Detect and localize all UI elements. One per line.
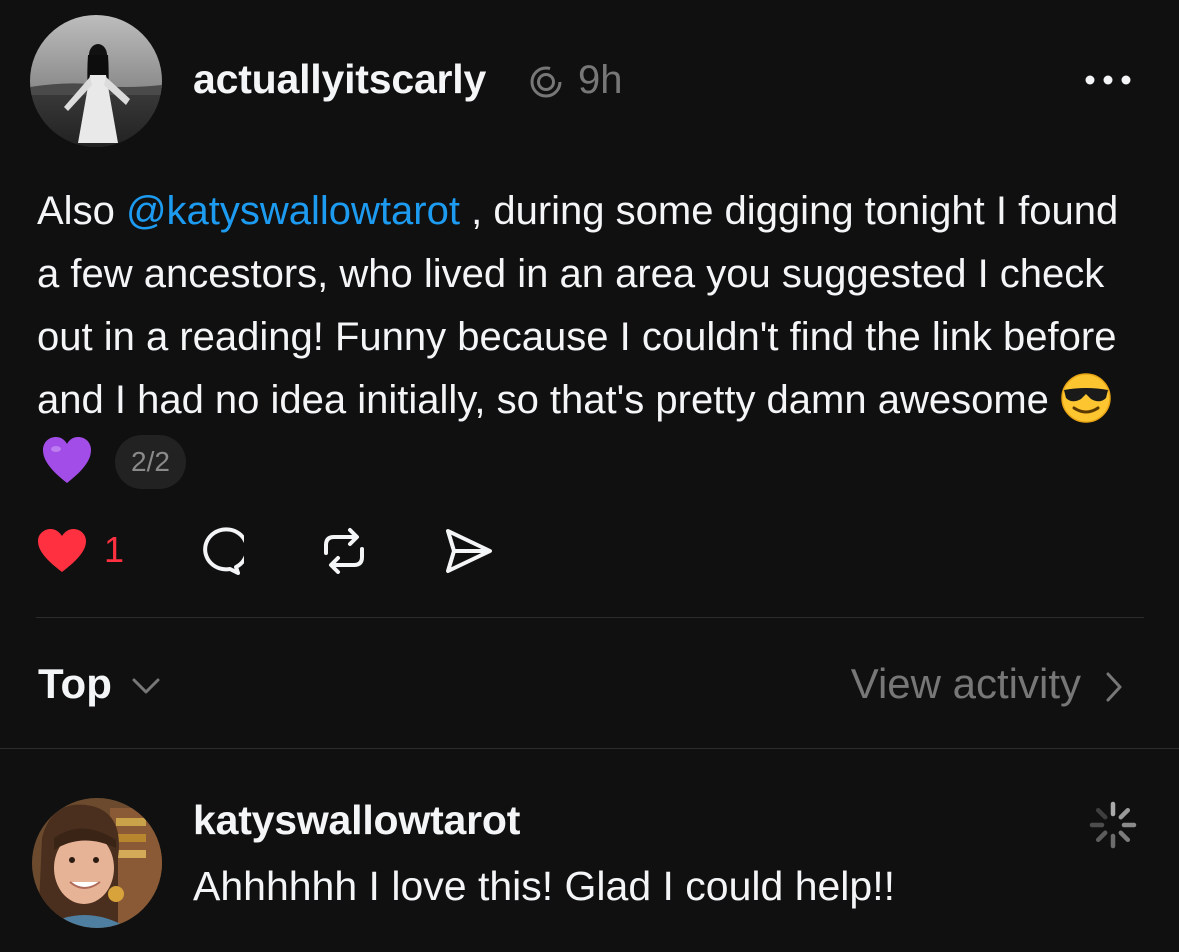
post-body: Also @katyswallowtarot , during some dig… bbox=[37, 180, 1147, 495]
divider bbox=[0, 748, 1179, 749]
author-avatar-image bbox=[30, 15, 162, 147]
like-count: 1 bbox=[104, 529, 125, 570]
chevron-down-icon bbox=[132, 678, 160, 694]
chevron-right-icon[interactable] bbox=[1104, 670, 1124, 704]
author-avatar[interactable] bbox=[30, 15, 162, 147]
divider bbox=[36, 617, 1144, 618]
loading-spinner-icon bbox=[1089, 801, 1137, 849]
reply-username[interactable]: katyswallowtarot bbox=[193, 797, 520, 844]
post-actions: 1 bbox=[36, 527, 536, 575]
sort-label: Top bbox=[38, 660, 112, 707]
post-timestamp: 9h bbox=[578, 58, 623, 102]
mention-link[interactable]: @katyswallowtarot bbox=[126, 189, 460, 233]
thread-page: actuallyitscarly 9h Also @katyswallowtar… bbox=[0, 0, 1179, 952]
comment-icon[interactable] bbox=[192, 527, 244, 575]
more-options-icon[interactable] bbox=[1083, 72, 1133, 88]
repost-icon[interactable] bbox=[318, 527, 370, 575]
reply-author-avatar-image bbox=[32, 798, 162, 928]
author-username[interactable]: actuallyitscarly bbox=[193, 56, 486, 103]
reply-author-avatar[interactable] bbox=[32, 798, 162, 928]
view-activity-link[interactable]: View activity bbox=[851, 660, 1081, 708]
threads-spiral-icon bbox=[530, 66, 562, 98]
purple-heart-icon bbox=[43, 437, 91, 484]
post-text-start: Also bbox=[37, 189, 126, 233]
thread-page-indicator: 2/2 bbox=[115, 435, 186, 490]
heart-filled-icon[interactable] bbox=[36, 527, 88, 575]
reply-text: Ahhhhhh I love this! Glad I could help!! bbox=[193, 863, 896, 909]
smiling-face-with-sunglasses-icon bbox=[1061, 373, 1111, 424]
send-icon[interactable] bbox=[442, 527, 494, 575]
sort-dropdown[interactable]: Top bbox=[38, 660, 160, 708]
